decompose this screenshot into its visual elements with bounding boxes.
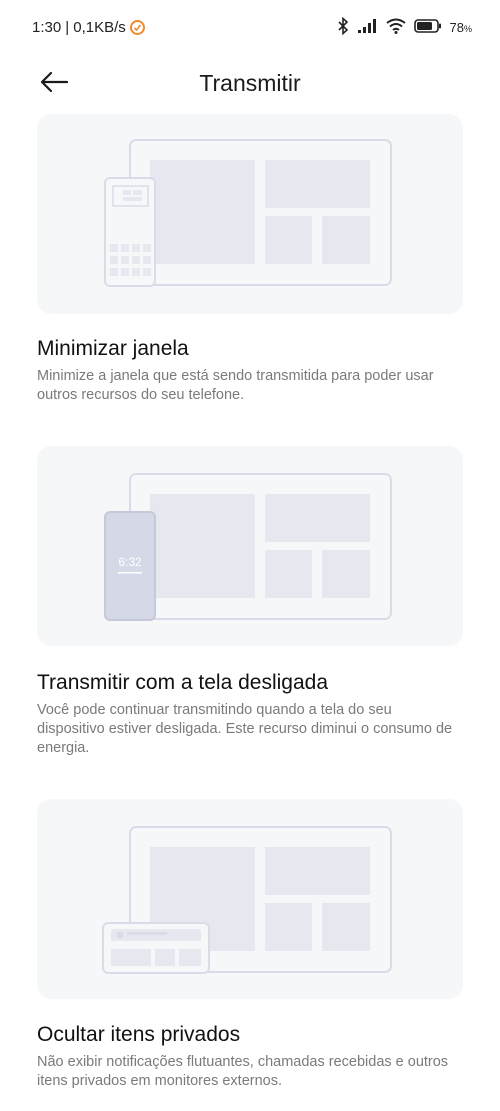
app-notification-icon xyxy=(129,20,145,35)
network-speed: | 0,1KB/s xyxy=(65,19,126,36)
status-right: 78% xyxy=(336,16,472,38)
phone-clock: 6:32 xyxy=(118,555,142,569)
feature-desc-minimize: Minimize a janela que está sendo transmi… xyxy=(37,368,434,403)
feature-desc-screen-off: Você pode continuar transmitindo quando … xyxy=(37,702,453,756)
status-time: 1:30 xyxy=(32,19,62,36)
bluetooth-icon xyxy=(336,16,350,38)
page-title: Transmitir xyxy=(199,70,301,96)
battery-percent: 78 xyxy=(449,20,464,35)
status-left: 1:30 | 0,1KB/s xyxy=(32,19,145,36)
battery-level: 78% xyxy=(450,20,472,35)
battery-percent-sign: % xyxy=(463,24,472,34)
screen-off-illustration: 6:32 xyxy=(37,446,463,646)
feature-title-hide-private: Ocultar itens privados xyxy=(37,1023,241,1046)
hide-private-items-illustration xyxy=(37,799,463,999)
status-bar: 1:30 | 0,1KB/s 78% xyxy=(0,0,500,56)
feature-title-screen-off: Transmitir com a tela desligada xyxy=(37,671,329,694)
feature-title-minimize: Minimizar janela xyxy=(37,337,189,360)
wifi-icon xyxy=(385,18,406,37)
header: Transmitir xyxy=(0,56,500,112)
feature-desc-hide-private: Não exibir notificações flutuantes, cham… xyxy=(37,1054,449,1089)
minimize-window-illustration xyxy=(37,114,463,314)
battery-icon xyxy=(413,19,442,36)
signal-icon xyxy=(357,19,378,36)
